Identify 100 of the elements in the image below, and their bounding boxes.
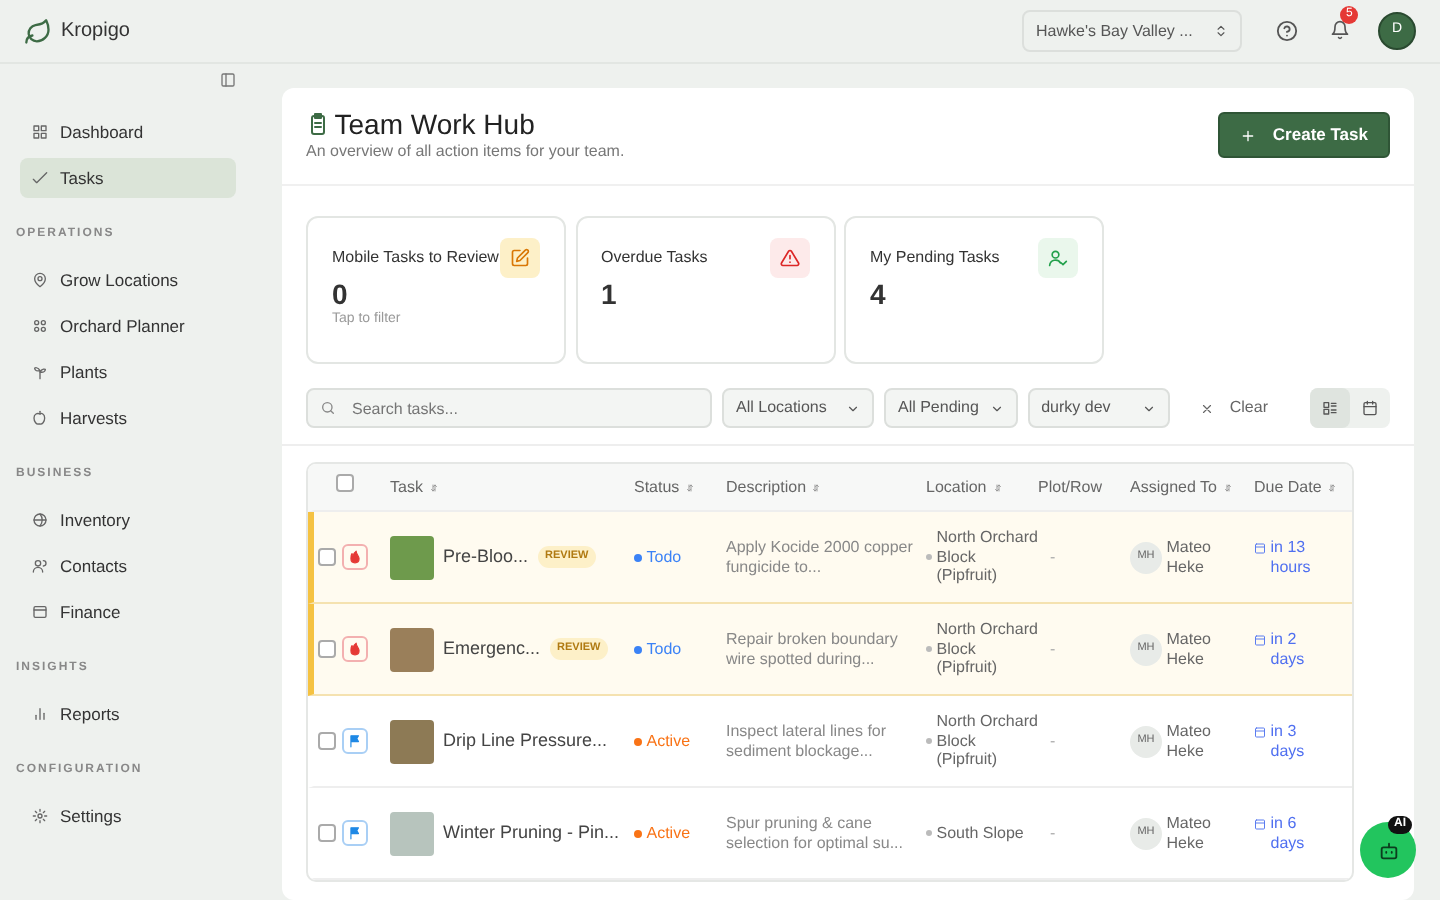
flag-icon [347, 734, 361, 748]
sort-icon [683, 481, 696, 493]
clear-button[interactable]: Clear [1187, 394, 1280, 422]
column-header[interactable]: Assigned To [1130, 475, 1217, 499]
nav-icon [32, 808, 48, 824]
photo-placeholder [390, 535, 434, 579]
stat-value: 0 [332, 278, 350, 310]
stat-value: 1 [601, 278, 619, 310]
status-text: Todo [646, 545, 682, 569]
stat-label: Overdue Tasks [601, 246, 708, 270]
sidebar-item[interactable]: Settings [20, 796, 236, 836]
row-checkbox[interactable] [318, 548, 337, 566]
column-header[interactable]: Status [634, 475, 680, 499]
sidebar-item[interactable]: Dashboard [20, 112, 236, 152]
stat-card[interactable]: Overdue Tasks 1 [575, 216, 835, 364]
description-text: Spur pruning & cane selection for optimal su... [726, 813, 905, 853]
filter-select[interactable]: All Locations [722, 388, 874, 428]
location-text: South Slope [936, 823, 1024, 843]
collapse-sidebar-icon[interactable] [220, 72, 236, 88]
nav-icon [32, 170, 48, 186]
sidebar-item[interactable]: Inventory [20, 500, 236, 540]
view-option[interactable] [1310, 388, 1350, 428]
photo-placeholder [390, 719, 434, 763]
brand-name: Kropigo [61, 18, 130, 46]
stat-label: Mobile Tasks to Review [332, 246, 499, 270]
location-dot [926, 646, 932, 652]
sidebar-item[interactable]: Plants [20, 352, 236, 392]
column-header[interactable]: Task [390, 475, 423, 499]
page-title: Team Work Hub [334, 108, 535, 140]
assignee-name: Mateo Heke [1166, 629, 1213, 669]
task-title[interactable]: Winter Pruning - Pin... [443, 819, 620, 847]
bell-icon[interactable] [1330, 20, 1350, 41]
search-field[interactable]: Search tasks... [306, 388, 712, 428]
sidebar-item[interactable]: Finance [20, 592, 236, 632]
row-checkbox[interactable] [318, 824, 337, 842]
status-text: Todo [646, 637, 682, 661]
nav-icon [32, 604, 48, 620]
assignee-name: Mateo Heke [1166, 813, 1213, 853]
list-view-icon [1322, 400, 1338, 416]
chevron-down-icon [845, 401, 860, 415]
sidebar-item[interactable]: Grow Locations [20, 260, 236, 300]
column-header[interactable]: Due Date [1254, 475, 1322, 499]
plus-icon [1240, 127, 1257, 144]
sidebar-item[interactable]: Tasks [20, 158, 236, 198]
create-task-button[interactable]: Create Task [1218, 112, 1390, 158]
sidebar-item[interactable]: Contacts [20, 546, 236, 586]
calendar-icon [1254, 817, 1266, 829]
warning-icon [779, 248, 799, 268]
location-text: North Orchard Block (Pipfruit) [936, 620, 1038, 678]
task-title[interactable]: Emergenc... [443, 635, 541, 663]
row-checkbox[interactable] [318, 640, 337, 658]
chevron-up-down-icon [1214, 24, 1228, 38]
help-icon[interactable] [1276, 20, 1298, 42]
location-text: North Orchard Block (Pipfruit) [936, 528, 1038, 586]
sidebar-item[interactable]: Orchard Planner [20, 306, 236, 346]
plot-row-text: - [1048, 637, 1058, 661]
farm-select[interactable]: Hawke's Bay Valley ... [1022, 10, 1242, 52]
chevron-down-icon [1141, 401, 1156, 415]
nav-icon [32, 318, 48, 334]
due-date: in 2 days [1270, 629, 1307, 669]
sort-icon [810, 481, 823, 493]
close-icon [1199, 401, 1214, 415]
stat-label: My Pending Tasks [870, 246, 1000, 270]
column-header[interactable]: Location [926, 475, 987, 499]
search-icon [320, 400, 336, 416]
nav-icon [32, 410, 48, 426]
nav-icon [32, 512, 48, 528]
sidebar-item[interactable]: Reports [20, 694, 236, 734]
calendar-icon [1254, 725, 1266, 737]
filter-select[interactable]: All Pending [883, 388, 1018, 428]
column-header[interactable]: Description [726, 475, 807, 499]
assignee-name: Mateo Heke [1166, 721, 1213, 761]
nav-icon [32, 558, 48, 574]
due-date: in 3 days [1270, 721, 1307, 761]
assignee-name: Mateo Heke [1166, 537, 1213, 577]
photo-placeholder [390, 811, 434, 855]
filter-select[interactable]: durky dev [1027, 388, 1170, 428]
nav-icon [32, 272, 48, 288]
description-text: Apply Kocide 2000 copper fungicide to... [726, 537, 915, 577]
select-all-checkbox[interactable] [335, 474, 353, 492]
sidebar-item[interactable]: Harvests [20, 398, 236, 438]
user-check-icon [1048, 248, 1068, 268]
due-date: in 13 hours [1270, 537, 1313, 577]
task-title[interactable]: Drip Line Pressure... [443, 727, 608, 755]
calendar-icon [1254, 541, 1266, 553]
row-checkbox[interactable] [318, 732, 337, 750]
view-toggle[interactable] [1310, 388, 1390, 428]
nav-icon [32, 706, 48, 722]
location-text: North Orchard Block (Pipfruit) [936, 712, 1038, 770]
calendar-icon [1362, 400, 1378, 416]
task-title[interactable]: Pre-Bloo... [443, 543, 529, 571]
stat-value: 4 [870, 278, 888, 310]
chevron-down-icon [989, 401, 1004, 415]
plot-row-text: - [1048, 729, 1058, 753]
status-text: Active [646, 821, 691, 845]
sort-icon [427, 481, 440, 493]
description-text: Repair broken boundary wire spotted during... [726, 629, 900, 669]
stat-card[interactable]: My Pending Tasks 4 [844, 216, 1104, 364]
column-header[interactable]: Plot/Row [1038, 475, 1103, 499]
robot-icon [1377, 839, 1399, 861]
